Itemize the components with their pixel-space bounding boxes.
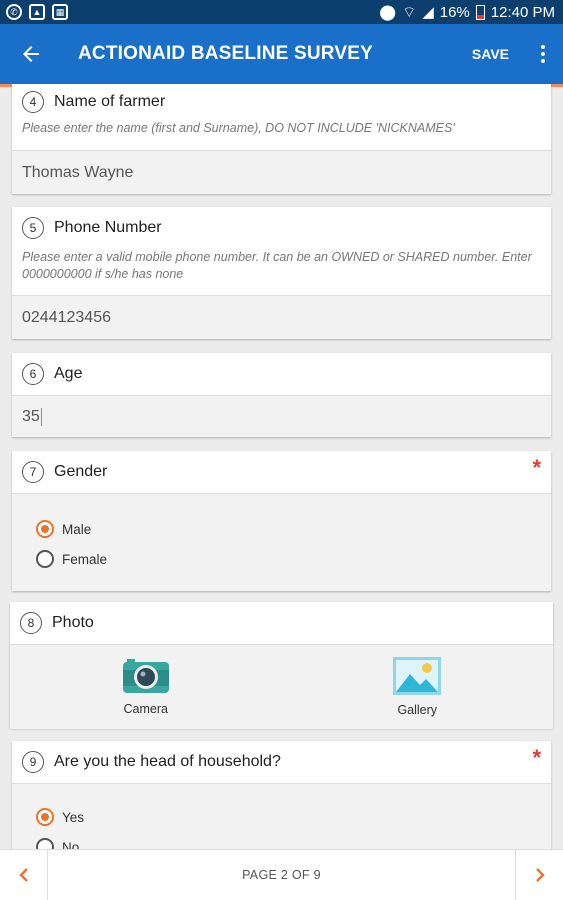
gender-option-male[interactable]: Male — [36, 514, 551, 544]
question-title: Phone Number — [54, 219, 162, 236]
question-number: 8 — [20, 612, 42, 634]
camera-button[interactable]: Camera — [10, 645, 282, 729]
camera-label: Camera — [123, 702, 168, 716]
question-number: 6 — [22, 363, 44, 385]
chevron-left-icon — [18, 868, 28, 882]
chevron-right-icon — [535, 868, 545, 882]
question-header: 6 Age — [12, 353, 551, 395]
text-cursor — [40, 407, 43, 426]
question-number: 5 — [22, 217, 44, 239]
gallery-button[interactable]: Gallery — [282, 645, 554, 729]
question-header: 9 Are you the head of household? — [12, 741, 551, 783]
gallery-label: Gallery — [397, 703, 438, 717]
question-header: 4 Name of farmer — [12, 84, 551, 120]
question-title: Name of farmer — [54, 93, 166, 110]
question-title: Age — [54, 365, 83, 382]
question-number: 4 — [22, 91, 44, 113]
gallery-icon: ▦ — [52, 4, 68, 20]
age-value: 35 — [22, 407, 40, 425]
back-arrow-icon[interactable] — [0, 24, 62, 84]
phone-number-field[interactable]: 0244123456 — [12, 295, 551, 339]
question-title: Gender — [54, 463, 108, 480]
question-card-phone-number: 5 Phone Number Please enter a valid mobi… — [12, 207, 551, 339]
required-indicator: * — [532, 455, 541, 480]
radio-selected[interactable] — [36, 520, 54, 538]
gender-option-female[interactable]: Female — [36, 544, 551, 574]
more-vert-icon[interactable] — [523, 24, 563, 84]
question-number: 7 — [22, 461, 44, 483]
wifi-icon: ⌔ — [402, 3, 417, 21]
pagination-bar: PAGE 2 OF 9 — [0, 849, 563, 900]
question-card-name-of-farmer: 4 Name of farmer Please enter the name (… — [12, 84, 551, 194]
page-indicator: PAGE 2 OF 9 — [242, 868, 321, 882]
household-option-yes[interactable]: Yes — [36, 802, 551, 832]
location-icon: ⬤ — [379, 4, 397, 21]
battery-percent: 16% — [439, 3, 470, 21]
option-label: Female — [62, 551, 108, 567]
radio-unselected[interactable] — [36, 550, 54, 568]
age-field[interactable]: 35 — [12, 395, 551, 437]
image-icon: ▲ — [29, 4, 45, 20]
required-indicator: * — [532, 745, 541, 770]
question-card-photo: 8 Photo Camera Gallery — [10, 602, 553, 729]
question-header: 8 Photo — [10, 602, 553, 644]
option-label: Yes — [62, 809, 85, 825]
previous-page-button[interactable] — [0, 849, 48, 900]
gallery-icon — [393, 657, 442, 695]
signal-icon: ◢ — [422, 4, 434, 21]
whatsapp-icon: ✆ — [6, 4, 22, 20]
question-hint: Please enter the name (first and Surname… — [22, 121, 455, 135]
question-title: Are you the head of household? — [54, 753, 281, 770]
app-bar: ACTIONAID BASELINE SURVEY SAVE — [0, 24, 563, 84]
camera-icon — [122, 659, 169, 693]
option-label: Male — [62, 521, 92, 537]
question-header: 7 Gender — [12, 451, 551, 493]
photo-source-options: Camera Gallery — [10, 644, 553, 729]
question-number: 9 — [22, 751, 44, 773]
page-title: ACTIONAID BASELINE SURVEY — [78, 43, 373, 64]
status-bar: ✆ ▲ ▦ ⬤ ⌔ ◢ 16% 12:40 PM — [0, 0, 563, 24]
battery-icon — [475, 4, 485, 20]
question-hint: Please enter a valid mobile phone number… — [22, 250, 532, 281]
question-header: 5 Phone Number — [12, 207, 551, 249]
save-button[interactable]: SAVE — [458, 24, 523, 84]
next-page-button[interactable] — [515, 849, 563, 900]
radio-selected[interactable] — [36, 808, 54, 826]
farmer-name-field[interactable]: Thomas Wayne — [12, 150, 551, 194]
clock: 12:40 PM — [490, 3, 555, 21]
question-card-age: 6 Age 35 — [12, 353, 551, 437]
gender-options: Male Female — [12, 493, 551, 591]
question-title: Photo — [52, 614, 94, 631]
question-card-gender: 7 Gender * Male Female — [12, 451, 551, 591]
